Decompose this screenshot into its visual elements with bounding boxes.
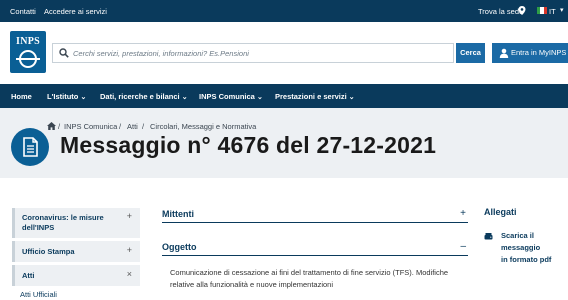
nav-item-home[interactable]: Home [11,92,32,101]
main-navigation: Home L'Istituto ⌄ Dati, ricerche e bilan… [0,84,568,108]
download-link-line1: Scarica il messaggio [501,231,541,252]
myinps-login-button[interactable]: Entra in MyINPS [492,43,568,63]
download-link-line2: in formato pdf [501,255,552,264]
accordion-oggetto[interactable]: Oggetto – [162,241,468,256]
download-drive-icon[interactable] [484,232,493,241]
nav-item-istituto[interactable]: L'Istituto ⌄ [47,92,86,101]
expand-plus-icon[interactable]: + [127,211,132,221]
logo-bar-mark [16,58,40,60]
sidebar-item-ufficio-stampa[interactable]: Ufficio Stampa + [12,241,140,262]
sidebar-menu: Coronavirus: le misure dell'INPS + Uffic… [12,208,140,300]
expand-plus-icon[interactable]: + [127,245,132,255]
sidebar-item-label: Coronavirus: le misure dell'INPS [22,213,104,232]
inps-logo[interactable]: INPS [10,31,46,73]
site-header: INPS Cerchi servizi, prestazioni, inform… [0,22,568,84]
nav-item-comunica-label: INPS Comunica [199,92,255,101]
chevron-down-icon: ⌄ [256,94,263,101]
accordion-title: Oggetto [162,242,197,252]
nav-item-dati-ricerche[interactable]: Dati, ricerche e bilanci ⌄ [100,92,188,101]
myinps-login-label: Entra in MyINPS [511,48,567,57]
collapse-minus-icon[interactable]: – [460,241,466,252]
trova-sede-link[interactable]: Trova la sede [478,7,523,16]
nav-item-prestazioni-label: Prestazioni e servizi [275,92,347,101]
user-icon [499,48,509,58]
page-title: Messaggio n° 4676 del 27-12-2021 [60,132,437,158]
expand-plus-icon[interactable]: + [460,208,466,219]
chevron-down-icon: ⌄ [181,94,188,101]
breadcrumb-separator: / [142,122,145,131]
accedere-servizi-link[interactable]: Accedere ai servizi [44,7,107,16]
accordion-mittenti[interactable]: Mittenti + [162,208,468,223]
location-pin-icon[interactable] [518,6,526,15]
chevron-down-icon: ⌄ [348,94,355,101]
contatti-link[interactable]: Contatti [10,7,36,16]
allegati-heading: Allegati [484,207,517,217]
nav-item-prestazioni[interactable]: Prestazioni e servizi ⌄ [275,92,355,101]
nav-item-dati-label: Dati, ricerche e bilanci [100,92,180,101]
logo-text: INPS [16,36,40,47]
breadcrumb-item-atti[interactable]: Atti [127,122,138,131]
sidebar-item-label: Atti [22,271,35,280]
breadcrumb-item-circolari[interactable]: Circolari, Messaggi e Normativa [150,122,256,131]
sidebar-subitem-atti-ufficiali[interactable]: Atti Ufficiali [20,290,57,299]
sidebar-item-label: Ufficio Stampa [22,247,75,256]
collapse-close-icon[interactable]: × [127,269,132,279]
nav-item-istituto-label: L'Istituto [47,92,79,101]
language-chevron-icon[interactable]: ▾ [560,6,564,14]
top-utility-bar: Contatti Accedere ai servizi Trova la se… [0,0,568,22]
accordion-title: Mittenti [162,209,194,219]
document-icon [11,128,49,166]
sidebar-item-atti[interactable]: Atti × [12,265,140,286]
download-pdf-link[interactable]: Scarica il messaggio in formato pdf [501,230,559,266]
breadcrumb-separator: / [119,122,122,131]
page-hero: / INPS Comunica / Atti / Circolari, Mess… [0,108,568,178]
breadcrumb-item-inps-comunica[interactable]: INPS Comunica [64,122,117,131]
search-button[interactable]: Cerca [456,43,485,63]
search-placeholder: Cerchi servizi, prestazioni, informazion… [73,49,249,58]
oggetto-description: Comunicazione di cessazione ai fini del … [170,268,449,289]
chevron-down-icon: ⌄ [80,94,87,101]
language-selector[interactable]: IT [549,7,556,16]
search-icon [59,48,69,58]
breadcrumb-separator: / [58,122,61,131]
sidebar-item-coronavirus[interactable]: Coronavirus: le misure dell'INPS + [12,208,140,238]
italian-flag-icon[interactable] [537,7,547,14]
search-input[interactable]: Cerchi servizi, prestazioni, informazion… [52,43,454,63]
nav-item-inps-comunica[interactable]: INPS Comunica ⌄ [199,92,263,101]
